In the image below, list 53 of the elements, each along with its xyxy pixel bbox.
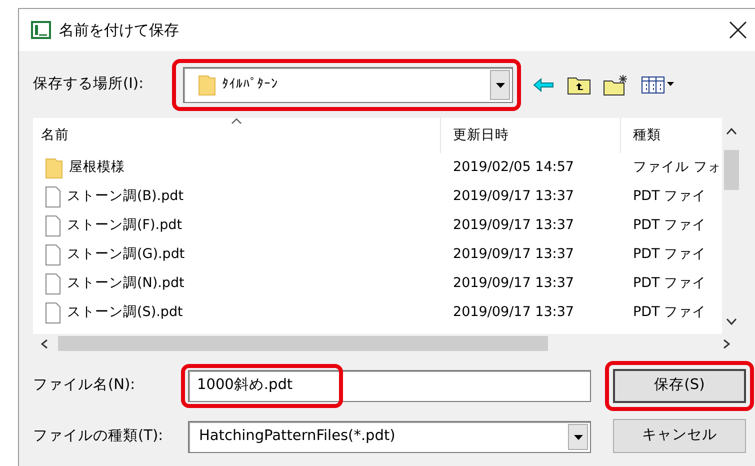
file-name[interactable]: ストーン調(G).pdt <box>67 244 185 265</box>
file-type: PDT ファイ <box>633 246 706 262</box>
file-icon <box>45 272 61 294</box>
back-arrow-icon[interactable] <box>533 78 555 92</box>
modified-date: 2019/02/05 14:57 <box>453 159 574 176</box>
folder-icon <box>45 156 63 178</box>
save-button[interactable]: 保存(S) <box>613 369 746 403</box>
file-type: PDT ファイ <box>633 304 706 320</box>
file-name[interactable]: ストーン調(S).pdt <box>67 302 183 323</box>
window-title: 名前を付けて保存 <box>59 20 179 41</box>
modified-date: 2019/09/17 13:37 <box>453 304 574 320</box>
column-header[interactable]: 更新日時 <box>453 125 509 146</box>
file-icon <box>45 214 61 236</box>
file-name[interactable]: ストーン調(N).pdt <box>67 273 184 294</box>
file-type: PDT ファイ <box>633 188 706 204</box>
file-name-field[interactable]: 1000斜め.pdt <box>188 370 591 402</box>
new-folder-icon[interactable] <box>603 74 629 96</box>
file-name[interactable]: ストーン調(F).pdt <box>67 215 182 236</box>
close-icon[interactable] <box>729 21 747 39</box>
cancel-button[interactable]: キャンセル <box>613 419 746 453</box>
file-icon <box>45 244 61 266</box>
file-type: PDT ファイ <box>633 275 706 292</box>
column-header[interactable]: 名前 <box>41 125 69 146</box>
modified-date: 2019/09/17 13:37 <box>453 246 574 262</box>
file-icon <box>45 302 61 324</box>
scroll-right-icon[interactable] <box>723 339 730 349</box>
file-name[interactable]: ストーン調(B).pdt <box>67 186 184 207</box>
file-icon <box>45 186 61 208</box>
caret-icon <box>496 82 504 88</box>
location-label: 保存する場所(I): <box>33 75 144 94</box>
scrollbar-thumb[interactable] <box>724 150 739 190</box>
file-type-label: ファイルの種類(T): <box>33 427 164 446</box>
view-menu-icon[interactable] <box>641 76 675 94</box>
app-icon <box>31 21 51 39</box>
scroll-left-icon[interactable] <box>41 339 48 349</box>
file-type-value: HatchingPatternFiles(*.pdt) <box>199 427 396 446</box>
modified-date: 2019/09/17 13:37 <box>453 188 574 204</box>
column-header[interactable]: 種類 <box>633 125 661 146</box>
modified-date: 2019/09/17 13:37 <box>453 275 574 292</box>
file-type-dropdown[interactable]: HatchingPatternFiles(*.pdt) <box>188 421 591 453</box>
folder-icon <box>198 74 216 96</box>
location-value: ﾀｲﾙﾊﾟﾀｰﾝ <box>222 76 278 94</box>
file-name-label: ファイル名(N): <box>33 376 136 396</box>
scroll-up-icon[interactable] <box>726 128 737 135</box>
modified-date: 2019/09/17 13:37 <box>453 217 574 234</box>
scroll-down-icon[interactable] <box>726 318 737 325</box>
caret-icon <box>574 434 582 440</box>
scrollbar-thumb[interactable] <box>58 336 548 351</box>
file-type: PDT ファイ <box>633 217 706 234</box>
file-type: ファイル フォ <box>633 159 722 176</box>
up-folder-icon[interactable] <box>567 75 591 95</box>
file-name[interactable]: 屋根模様 <box>69 157 125 178</box>
location-dropdown[interactable]: ﾀｲﾙﾊﾟﾀｰﾝ <box>183 67 513 103</box>
